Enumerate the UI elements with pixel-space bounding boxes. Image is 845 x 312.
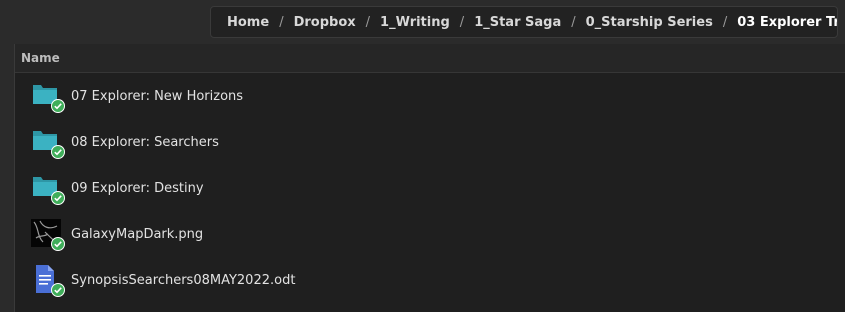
breadcrumb-separator: / bbox=[571, 14, 576, 30]
file-name: 08 Explorer: Searchers bbox=[71, 134, 219, 150]
folder-icon bbox=[31, 126, 65, 159]
file-name: GalaxyMapDark.png bbox=[71, 226, 204, 242]
breadcrumb-1-writing[interactable]: 1_Writing bbox=[380, 15, 450, 30]
folder-icon bbox=[31, 172, 65, 205]
synced-check-icon bbox=[51, 237, 65, 251]
breadcrumb-current-folder[interactable]: 03 Explorer Trilogy bbox=[737, 15, 837, 30]
folder-icon bbox=[31, 80, 65, 113]
file-list-view: Name 07 Explorer: New Horizons 08 Explor… bbox=[14, 44, 845, 312]
synced-check-icon bbox=[51, 191, 65, 205]
document-icon bbox=[31, 264, 65, 297]
file-name: SynopsisSearchers08MAY2022.odt bbox=[71, 272, 296, 288]
file-row[interactable]: 07 Explorer: New Horizons bbox=[15, 73, 845, 119]
toolbar: Home / Dropbox / 1_Writing / 1_Star Saga… bbox=[0, 0, 845, 44]
file-row[interactable]: 09 Explorer: Destiny bbox=[15, 165, 845, 211]
breadcrumb: Home / Dropbox / 1_Writing / 1_Star Saga… bbox=[210, 6, 838, 38]
file-row[interactable]: SynopsisSearchers08MAY2022.odt bbox=[15, 257, 845, 303]
file-row[interactable]: 08 Explorer: Searchers bbox=[15, 119, 845, 165]
file-name: 09 Explorer: Destiny bbox=[71, 180, 204, 196]
synced-check-icon bbox=[51, 99, 65, 113]
breadcrumb-separator: / bbox=[722, 14, 728, 30]
image-thumbnail-icon bbox=[31, 218, 65, 251]
breadcrumb-1-star-saga[interactable]: 1_Star Saga bbox=[474, 15, 561, 30]
sidebar-edge bbox=[0, 44, 14, 312]
breadcrumb-separator: / bbox=[459, 14, 465, 30]
breadcrumb-home[interactable]: Home bbox=[227, 15, 269, 30]
column-header-name[interactable]: Name bbox=[15, 44, 845, 73]
breadcrumb-dropbox[interactable]: Dropbox bbox=[294, 15, 356, 30]
synced-check-icon bbox=[51, 283, 65, 297]
synced-check-icon bbox=[51, 145, 65, 159]
file-row[interactable]: GalaxyMapDark.png bbox=[15, 211, 845, 257]
column-header-name-label: Name bbox=[21, 51, 60, 65]
breadcrumb-separator: / bbox=[365, 14, 371, 30]
breadcrumb-0-starship-series[interactable]: 0_Starship Series bbox=[586, 15, 713, 30]
file-name: 07 Explorer: New Horizons bbox=[71, 88, 244, 104]
breadcrumb-separator: / bbox=[279, 14, 284, 30]
